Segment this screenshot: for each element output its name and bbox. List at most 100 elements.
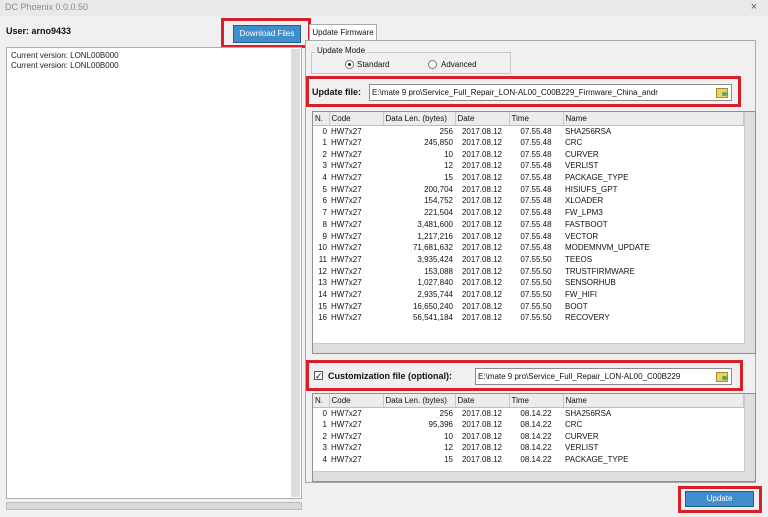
table-row[interactable]: 15 HW7x27 16,650,240 2017.08.12 07.55.50 BOOT: [313, 300, 743, 312]
table-cell: 3,935,424: [417, 254, 453, 264]
open-folder-icon[interactable]: [716, 372, 728, 382]
table-row[interactable]: 9 HW7x27 1,217,216 2017.08.12 07.55.48 VECTOR: [313, 230, 743, 242]
table-cell: HW7x27: [331, 408, 362, 418]
table-cell: 07.55.48: [520, 149, 552, 159]
table-cell: 07.55.48: [520, 161, 552, 171]
advanced-radio-label[interactable]: Advanced: [441, 60, 477, 69]
column-header[interactable]: Time: [509, 394, 564, 408]
update-button[interactable]: Update: [685, 491, 754, 507]
log-panel[interactable]: Current version: LONL00B000 Current vers…: [6, 47, 302, 499]
table-row[interactable]: 8 HW7x27 3,481,600 2017.08.12 07.55.48 FASTBO…: [313, 219, 743, 231]
column-header[interactable]: Data Len. (bytes): [383, 112, 456, 126]
table-cell: TRUSTFIRMWARE: [565, 266, 635, 276]
table-row[interactable]: 16 HW7x27 56,541,184 2017.08.12 07.55.50 RECO…: [313, 312, 743, 324]
table-cell: 07.55.48: [520, 196, 552, 206]
table-row[interactable]: 2 HW7x27 10 2017.08.12 08.14.22 CURVER: [313, 430, 743, 442]
table-cell: 2: [322, 431, 327, 441]
table-cell: 2017.08.12: [461, 431, 503, 441]
column-header[interactable]: Code: [329, 394, 384, 408]
customization-checkbox[interactable]: ✓: [314, 371, 323, 381]
table-cell: 200,704: [424, 184, 453, 194]
table-cell: 07.55.48: [520, 208, 552, 218]
table-cell: HW7x27: [331, 443, 362, 453]
radio-selected-dot: [348, 63, 351, 66]
table-row[interactable]: 1 HW7x27 95,396 2017.08.12 08.14.22 CRC: [313, 419, 743, 431]
table-row[interactable]: 5 HW7x27 200,704 2017.08.12 07.55.48 HISIUFS_…: [313, 183, 743, 195]
table-cell: 2017.08.12: [461, 443, 503, 453]
open-folder-icon[interactable]: [716, 88, 728, 98]
table-cell: 2,935,744: [417, 289, 453, 299]
update-table-hscroll[interactable]: [313, 343, 745, 353]
table-row[interactable]: 14 HW7x27 2,935,744 2017.08.12 07.55.50 FW_HI…: [313, 289, 743, 301]
table-row[interactable]: 0 HW7x27 256 2017.08.12 08.14.22 SHA256RSA: [313, 407, 743, 419]
table-cell: HW7x27: [331, 208, 362, 218]
table-row[interactable]: 11 HW7x27 3,935,424 2017.08.12 07.55.50 TEEOS: [313, 254, 743, 266]
table-row[interactable]: 0 HW7x27 256 2017.08.12 07.55.48 SHA256RSA: [313, 125, 743, 137]
table-cell: 07.55.50: [520, 313, 552, 323]
table-row[interactable]: 10 HW7x27 71,681,632 2017.08.12 07.55.48 MODE…: [313, 242, 743, 254]
table-row[interactable]: 3 HW7x27 12 2017.08.12 08.14.22 VERLIST: [313, 442, 743, 454]
update-file-label: Update file:: [312, 87, 362, 97]
table-row[interactable]: 1 HW7x27 245,850 2017.08.12 07.55.48 CRC: [313, 137, 743, 149]
table-cell: PACKAGE_TYPE: [565, 173, 629, 183]
table-cell: HW7x27: [331, 420, 362, 430]
column-header[interactable]: N.: [313, 394, 330, 408]
table-row[interactable]: 12 HW7x27 153,088 2017.08.12 07.55.50 TRUSTFI…: [313, 265, 743, 277]
column-header[interactable]: N.: [313, 112, 330, 126]
tab-update-firmware[interactable]: Update Firmware: [309, 24, 377, 40]
table-cell: 8: [322, 219, 327, 229]
table-cell: CURVER: [565, 149, 599, 159]
table-row[interactable]: 7 HW7x27 221,504 2017.08.12 07.55.48 FW_LPM3: [313, 207, 743, 219]
table-cell: HW7x27: [331, 173, 362, 183]
table-row[interactable]: 4 HW7x27 15 2017.08.12 08.14.22 PACKAGE_TYPE: [313, 454, 743, 466]
update-file-table[interactable]: N. Code Data Len. (bytes) Date Time Name 0 HW7…: [312, 111, 756, 354]
update-file-input[interactable]: E:\mate 9 pro\Service_Full_Repair_LON-AL…: [369, 84, 732, 101]
column-header[interactable]: Data Len. (bytes): [383, 394, 456, 408]
table-cell: FW_LPM3: [565, 208, 603, 218]
custom-table-hscroll[interactable]: [313, 471, 745, 481]
table-cell: 15: [444, 173, 453, 183]
table-cell: MODEMNVM_UPDATE: [565, 243, 650, 253]
table-cell: 3: [322, 161, 327, 171]
log-horizontal-scrollbar[interactable]: [6, 502, 302, 510]
column-header[interactable]: Time: [509, 112, 564, 126]
table-row[interactable]: 6 HW7x27 154,752 2017.08.12 07.55.48 XLOADER: [313, 195, 743, 207]
advanced-radio[interactable]: [428, 60, 437, 69]
column-header[interactable]: Date: [455, 112, 510, 126]
table-cell: HW7x27: [331, 196, 362, 206]
column-header[interactable]: Name: [563, 112, 744, 126]
standard-radio-label[interactable]: Standard: [357, 60, 389, 69]
table-cell: FW_HIFI: [565, 289, 597, 299]
table-cell: SENSORHUB: [565, 278, 616, 288]
table-cell: 4: [322, 173, 327, 183]
custom-table-vscroll[interactable]: [744, 394, 755, 481]
column-header[interactable]: Date: [455, 394, 510, 408]
table-cell: RECOVERY: [565, 313, 610, 323]
table-row[interactable]: 3 HW7x27 12 2017.08.12 07.55.48 VERLIST: [313, 160, 743, 172]
table-cell: CRC: [565, 420, 583, 430]
table-cell: PACKAGE_TYPE: [565, 455, 629, 465]
table-cell: 07.55.50: [520, 289, 552, 299]
table-cell: 1,217,216: [417, 231, 453, 241]
download-files-button[interactable]: Download Files: [233, 25, 301, 43]
table-cell: 2017.08.12: [461, 243, 503, 253]
table-cell: 13: [318, 278, 327, 288]
close-button[interactable]: ×: [746, 1, 762, 14]
column-header[interactable]: Code: [329, 112, 384, 126]
table-row[interactable]: 4 HW7x27 15 2017.08.12 07.55.48 PACKAGE_TYPE: [313, 172, 743, 184]
update-table-vscroll[interactable]: [744, 112, 755, 353]
standard-radio[interactable]: [345, 60, 354, 69]
custom-file-table[interactable]: N. Code Data Len. (bytes) Date Time Name 0 HW7…: [312, 393, 756, 482]
table-row[interactable]: 2 HW7x27 10 2017.08.12 07.55.48 CURVER: [313, 148, 743, 160]
table-cell: 08.14.22: [520, 455, 552, 465]
table-cell: 07.55.48: [520, 231, 552, 241]
table-cell: 16: [318, 313, 327, 323]
table-row[interactable]: 13 HW7x27 1,027,840 2017.08.12 07.55.50 SENSO…: [313, 277, 743, 289]
table-cell: 07.55.48: [520, 219, 552, 229]
custom-file-input[interactable]: E:\mate 9 pro\Service_Full_Repair_LON-AL…: [475, 368, 732, 385]
table-cell: 1: [322, 420, 327, 430]
column-header[interactable]: Name: [563, 394, 744, 408]
table-cell: 2017.08.12: [461, 149, 503, 159]
table-cell: SHA256RSA: [565, 408, 612, 418]
log-scrollbar[interactable]: [291, 49, 300, 497]
